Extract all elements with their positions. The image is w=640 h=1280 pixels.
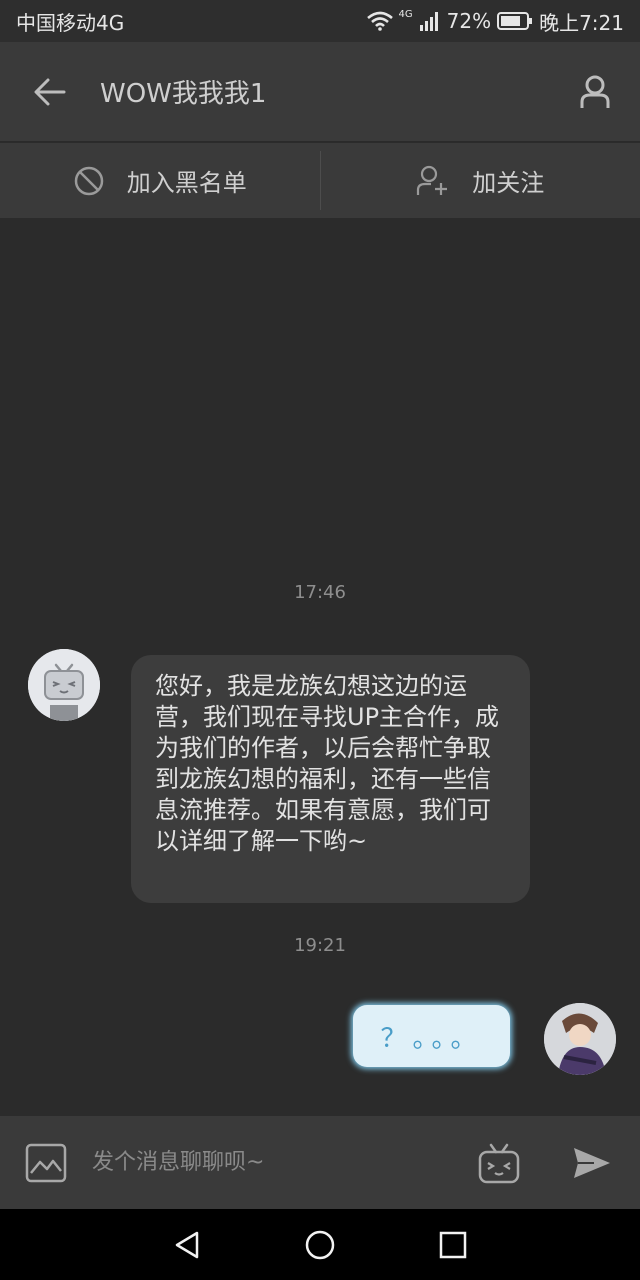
carrier-label: 中国移动4G — [16, 10, 125, 35]
chat-message-list[interactable]: 17:46 您好，我是龙族幻想这边的运营，我们现在寻找UP主合作，成为我们的作者… — [0, 218, 640, 1116]
back-arrow-icon — [34, 78, 66, 105]
nav-recents-button[interactable] — [423, 1215, 483, 1275]
message-input-bar — [0, 1116, 640, 1209]
chat-header: WOW我我我1 — [0, 42, 640, 142]
tv-emoji-icon — [478, 1143, 520, 1183]
outgoing-message-bubble[interactable]: ？。。。 — [353, 1005, 510, 1067]
incoming-message-bubble[interactable]: 您好，我是龙族幻想这边的运营，我们现在寻找UP主合作，成为我们的作者，以后会帮忙… — [131, 655, 530, 903]
battery-icon — [497, 12, 533, 30]
nav-home-button[interactable] — [290, 1215, 350, 1275]
circle-home-icon — [305, 1230, 335, 1259]
follow-label: 加关注 — [472, 169, 545, 197]
user-profile-icon — [580, 75, 610, 108]
wifi-icon — [366, 11, 393, 31]
network-type-badge: 4G — [398, 8, 413, 20]
back-button[interactable] — [0, 42, 100, 142]
clock: 晚上7:21 — [539, 10, 624, 35]
blacklist-label: 加入黑名单 — [126, 169, 247, 197]
add-user-icon — [417, 165, 448, 195]
image-picker-button[interactable] — [0, 1116, 92, 1209]
signal-icon — [419, 12, 438, 31]
image-icon — [25, 1143, 67, 1182]
message-timestamp: 19:21 — [294, 935, 346, 956]
status-indicators: 4G 72% 晚上7:21 — [366, 7, 624, 36]
battery-percent: 72% — [446, 9, 492, 33]
send-button[interactable] — [544, 1116, 640, 1209]
send-icon — [574, 1147, 610, 1178]
system-navigation-bar — [0, 1209, 640, 1280]
block-icon — [74, 166, 103, 195]
message-timestamp: 17:46 — [294, 582, 346, 603]
chat-title: WOW我我我1 — [100, 79, 267, 109]
user-avatar-illustration — [544, 1003, 616, 1075]
status-bar: 中国移动4G 4G 72% 晚上7:21 — [0, 0, 640, 42]
message-input[interactable] — [92, 1132, 454, 1193]
sender-avatar[interactable] — [28, 649, 100, 721]
tv-mascot-icon — [28, 649, 100, 721]
square-recents-icon — [440, 1231, 467, 1258]
blacklist-button[interactable]: 加入黑名单 — [0, 143, 320, 218]
profile-button[interactable] — [550, 42, 640, 142]
follow-button[interactable]: 加关注 — [321, 143, 640, 218]
my-avatar[interactable] — [544, 1003, 616, 1075]
emoji-button[interactable] — [454, 1116, 544, 1209]
action-bar: 加入黑名单 加关注 — [0, 143, 640, 218]
triangle-back-icon — [175, 1231, 198, 1258]
nav-back-button[interactable] — [157, 1215, 217, 1275]
